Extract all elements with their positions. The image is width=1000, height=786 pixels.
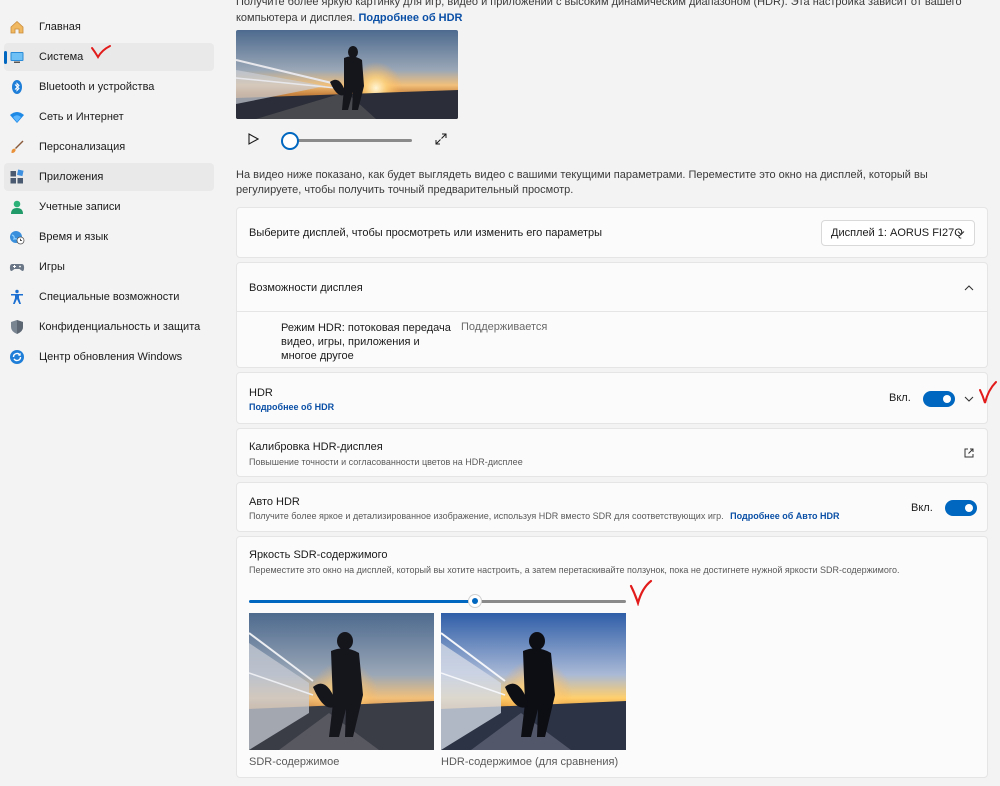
sidebar-item-label: Bluetooth и устройства bbox=[39, 81, 155, 93]
capabilities-title: Возможности дисплея bbox=[249, 282, 363, 294]
sidebar-item-apps[interactable]: Приложения bbox=[4, 163, 214, 191]
auto-hdr-subtitle: Получите более яркое и детализированное … bbox=[249, 511, 849, 521]
chevron-down-icon bbox=[957, 231, 965, 236]
annotation-check-mark bbox=[979, 381, 997, 406]
sidebar-item-time-language[interactable]: Время и язык bbox=[4, 223, 214, 251]
hdr-title: HDR bbox=[249, 387, 273, 399]
sidebar-item-network[interactable]: Сеть и Интернет bbox=[4, 103, 214, 131]
display-capabilities-body: Режим HDR: потоковая передача видео, игр… bbox=[236, 312, 988, 368]
hdr-preview-image bbox=[441, 613, 626, 750]
sidebar-item-accounts[interactable]: Учетные записи bbox=[4, 193, 214, 221]
auto-hdr-subtitle-text: Получите более яркое и детализированное … bbox=[249, 511, 724, 521]
calibration-subtitle: Повышение точности и согласованности цве… bbox=[249, 457, 523, 467]
sidebar-item-home[interactable]: Главная bbox=[4, 13, 214, 41]
sidebar-item-label: Сеть и Интернет bbox=[39, 111, 124, 123]
expand-icon bbox=[435, 133, 447, 145]
sidebar-item-label: Время и язык bbox=[39, 231, 109, 243]
sidebar-item-label: Конфиденциальность и защита bbox=[39, 321, 201, 333]
sdr-brightness-slider-thumb[interactable] bbox=[469, 595, 481, 607]
sidebar-item-label: Центр обновления Windows bbox=[39, 351, 183, 363]
paint-brush-icon bbox=[8, 138, 26, 156]
accessibility-icon bbox=[8, 288, 26, 306]
annotation-check-mark bbox=[91, 45, 111, 59]
sidebar: Главная Система Bluetooth и устройства С… bbox=[0, 0, 222, 786]
learn-more-hdr-link[interactable]: Подробнее об HDR bbox=[358, 12, 462, 24]
main-content: Получите более яркую картинку для игр, в… bbox=[236, 0, 988, 786]
preview-description: На видео ниже показано, как будет выгляд… bbox=[236, 169, 928, 196]
shield-icon bbox=[8, 318, 26, 336]
sdr-brightness-card: Яркость SDR-содержимого Переместите это … bbox=[236, 536, 988, 778]
hdr-caption: HDR-содержимое (для сравнения) bbox=[441, 756, 619, 768]
auto-hdr-toggle-label: Вкл. bbox=[911, 502, 933, 514]
sidebar-item-windows-update[interactable]: Центр обновления Windows bbox=[4, 343, 214, 371]
auto-hdr-title: Авто HDR bbox=[249, 496, 300, 508]
account-icon bbox=[8, 198, 26, 216]
sdr-slider-track-filled[interactable] bbox=[249, 600, 475, 603]
sidebar-item-label: Специальные возможности bbox=[39, 291, 180, 303]
video-player-controls bbox=[236, 128, 458, 152]
hdr-content-preview bbox=[441, 613, 626, 750]
globe-clock-icon bbox=[8, 228, 26, 246]
sidebar-item-label: Главная bbox=[39, 21, 81, 33]
sidebar-item-label: Игры bbox=[39, 261, 65, 273]
sdr-brightness-title: Яркость SDR-содержимого bbox=[249, 549, 388, 561]
hdr-calibration-card[interactable]: Калибровка HDR-дисплея Повышение точност… bbox=[236, 428, 988, 477]
sdr-preview-image bbox=[249, 613, 434, 750]
external-link-icon bbox=[964, 448, 974, 458]
sidebar-item-personalization[interactable]: Персонализация bbox=[4, 133, 214, 161]
fullscreen-button[interactable] bbox=[432, 130, 450, 148]
hdr-mode-feature-label: Режим HDR: потоковая передача видео, игр… bbox=[281, 322, 451, 362]
apps-icon bbox=[8, 168, 26, 186]
hdr-mode-feature-value: Поддерживается bbox=[461, 321, 548, 333]
chevron-down-icon[interactable] bbox=[963, 394, 975, 404]
sidebar-item-bluetooth[interactable]: Bluetooth и устройства bbox=[4, 73, 214, 101]
home-icon bbox=[8, 18, 26, 36]
gamepad-icon bbox=[8, 258, 26, 276]
play-icon bbox=[248, 133, 259, 145]
sdr-caption: SDR-содержимое bbox=[249, 756, 340, 768]
auto-hdr-learn-more-link[interactable]: Подробнее об Авто HDR bbox=[730, 511, 839, 521]
hdr-card: HDR Подробнее об HDR Вкл. bbox=[236, 372, 988, 424]
seek-thumb[interactable] bbox=[281, 132, 299, 150]
hdr-preview-video bbox=[236, 30, 458, 119]
sdr-slider-track[interactable] bbox=[475, 600, 626, 603]
display-capabilities-header[interactable]: Возможности дисплея bbox=[236, 262, 988, 312]
sidebar-item-label: Система bbox=[39, 51, 84, 63]
chevron-up-icon[interactable] bbox=[963, 283, 975, 293]
play-button[interactable] bbox=[244, 130, 262, 148]
intro-description: Получите более яркую картинку для игр, в… bbox=[236, 0, 962, 24]
display-select-card: Выберите дисплей, чтобы просмотреть или … bbox=[236, 207, 988, 258]
sidebar-item-label: Персонализация bbox=[39, 141, 126, 153]
hdr-toggle[interactable] bbox=[923, 391, 955, 407]
system-display-icon bbox=[8, 48, 26, 66]
sidebar-item-accessibility[interactable]: Специальные возможности bbox=[4, 283, 214, 311]
nav-list: Главная Система Bluetooth и устройства С… bbox=[4, 13, 214, 373]
update-icon bbox=[8, 348, 26, 366]
wifi-icon bbox=[8, 108, 26, 126]
sidebar-item-gaming[interactable]: Игры bbox=[4, 253, 214, 281]
display-dropdown-value: Дисплей 1: AORUS FI27Q bbox=[831, 227, 963, 239]
bluetooth-icon bbox=[8, 78, 26, 96]
annotation-check-mark bbox=[629, 579, 653, 606]
hdr-learn-more-link[interactable]: Подробнее об HDR bbox=[249, 402, 334, 412]
auto-hdr-card: Авто HDR Получите более яркое и детализи… bbox=[236, 482, 988, 532]
calibration-title: Калибровка HDR-дисплея bbox=[249, 441, 383, 453]
sdr-content-preview bbox=[249, 613, 434, 750]
sidebar-item-label: Учетные записи bbox=[39, 201, 121, 213]
selection-indicator bbox=[4, 51, 7, 64]
auto-hdr-toggle[interactable] bbox=[945, 500, 977, 516]
display-dropdown[interactable]: Дисплей 1: AORUS FI27Q bbox=[821, 220, 975, 246]
sidebar-item-label: Приложения bbox=[39, 171, 104, 183]
seek-track[interactable] bbox=[290, 139, 412, 142]
sdr-brightness-subtitle: Переместите это окно на дисплей, который… bbox=[249, 565, 900, 575]
display-select-title: Выберите дисплей, чтобы просмотреть или … bbox=[249, 227, 603, 239]
hdr-toggle-label: Вкл. bbox=[889, 392, 911, 404]
sidebar-item-privacy[interactable]: Конфиденциальность и защита bbox=[4, 313, 214, 341]
intro-text: Получите более яркую картинку для игр, в… bbox=[236, 0, 976, 26]
preview-video-frame bbox=[236, 30, 458, 119]
